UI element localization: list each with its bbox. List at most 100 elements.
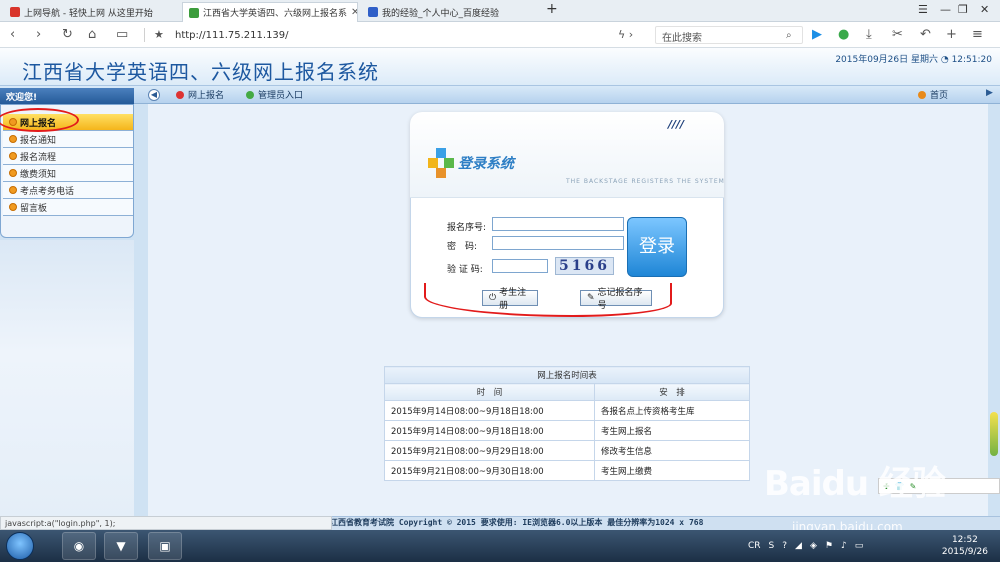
sidebar-item-payment[interactable]: 缴费须知 (3, 165, 133, 182)
page-scrollbar[interactable] (990, 412, 998, 456)
browser-app-icon[interactable]: ◉ (62, 532, 96, 560)
home-page-icon (918, 90, 926, 99)
cell-time: 2015年9月14日08:00~9月18日18:00 (384, 400, 595, 421)
sidebar-item-label: 缴费须知 (20, 169, 57, 180)
close-window-icon[interactable]: ✕ (980, 3, 989, 16)
column-header-time: 时 间 (384, 383, 595, 401)
scissors-icon[interactable]: ✂ (892, 27, 903, 43)
login-button[interactable]: 登录 (627, 217, 687, 277)
nav-home[interactable]: 首页 (918, 88, 948, 101)
password-input[interactable] (492, 236, 624, 250)
sidebar-item-contact[interactable]: 考点考务电话 (3, 182, 133, 199)
nav-online-signup[interactable]: 网上报名 (176, 88, 224, 101)
browser-favicon-icon (10, 7, 20, 17)
play-icon[interactable]: ▶ (812, 27, 822, 43)
baidu-watermark: Baidu 经验 (764, 464, 946, 504)
sidebar-item-notice[interactable]: 报名通知 (3, 131, 133, 148)
speed-mode-icon[interactable]: ϟ › (618, 27, 633, 43)
sidebar-item-label: 留言板 (20, 203, 48, 214)
captcha-image[interactable]: 5166 (555, 257, 614, 275)
security-app-icon[interactable]: ▼ (104, 532, 138, 560)
site-favicon-icon (189, 7, 199, 18)
tab-label: 上网导航 - 轻快上网 从这里开始 (24, 8, 153, 19)
network-icon[interactable]: ◢ (795, 541, 802, 551)
login-title: 登录系统 (458, 156, 514, 172)
schedule-table: 网上报名时间表 时 间 安 排 2015年9月14日08:00~9月18日18:… (384, 366, 750, 481)
clock-date: 2015/9/26 (941, 547, 988, 557)
search-icon[interactable]: ⌕ (786, 28, 792, 44)
site-title: 江西省大学英语四、六级网上报名系统 (22, 60, 379, 84)
menu-bullet-icon (9, 186, 17, 194)
header-datetime: 2015年09月26日 星期六 ◔ 12:51:20 (835, 55, 992, 65)
home-icon[interactable]: ⌂ (88, 27, 96, 43)
nav-label: 网上报名 (188, 91, 225, 101)
tab-label: 我的经验_个人中心_百度经验 (382, 8, 500, 19)
cell-arrangement: 考生网上缴费 (594, 460, 750, 481)
monitor-icon[interactable]: ▭ (855, 541, 864, 551)
photo-app-icon[interactable]: ▣ (148, 532, 182, 560)
reg-no-input[interactable] (492, 217, 624, 231)
expand-right-icon[interactable]: ▶ (986, 88, 993, 98)
cell-arrangement: 修改考生信息 (594, 440, 750, 461)
menu-bullet-icon (9, 169, 17, 177)
undo-icon[interactable]: ↶ (920, 27, 931, 43)
nav-label: 首页 (930, 91, 949, 101)
tab-baidu-experience[interactable]: 我的经验_个人中心_百度经验 (362, 2, 538, 22)
divider (144, 28, 145, 42)
forward-icon[interactable]: › (36, 27, 41, 43)
windows-start-icon[interactable] (6, 532, 34, 560)
close-tab-icon[interactable]: ✕ (351, 7, 357, 18)
baidu-favicon-icon (368, 7, 378, 17)
restore-icon[interactable]: ❐ (958, 3, 968, 16)
collapse-sidebar-icon[interactable]: ◀ (148, 89, 160, 101)
browser-search-input[interactable]: 在此搜索 (655, 26, 803, 44)
sidebar-item-process[interactable]: 报名流程 (3, 148, 133, 165)
login-badge: //// (668, 118, 685, 131)
sidebar-item-guestbook[interactable]: 留言板 (3, 199, 133, 216)
menu-icon[interactable]: ≡ (972, 27, 983, 43)
signup-icon (176, 90, 184, 99)
language-indicator[interactable]: CR (748, 541, 761, 551)
captcha-label: 验 证 码: (447, 265, 483, 275)
menu-bullet-icon (9, 203, 17, 211)
reader-icon[interactable]: ▭ (116, 27, 128, 43)
download-icon[interactable]: ⤓ (866, 27, 872, 43)
sidebar-item-label: 考点考务电话 (20, 186, 75, 197)
tab-navigation[interactable]: 上网导航 - 轻快上网 从这里开始 (4, 2, 180, 22)
cell-time: 2015年9月21日08:00~9月29日18:00 (384, 440, 595, 461)
favorite-star-icon[interactable]: ★ (154, 27, 164, 43)
menu-bullet-icon (9, 135, 17, 143)
tab-label: 江西省大学英语四、六级网上报名系 (203, 9, 348, 19)
sidebar-item-label: 报名通知 (20, 135, 57, 146)
menu-bullet-icon (9, 152, 17, 160)
address-bar (0, 22, 1000, 48)
captcha-input[interactable] (492, 259, 548, 273)
nav-label: 管理员入口 (258, 91, 304, 101)
annotation-circle (0, 108, 79, 132)
tab-list-icon[interactable]: ☰ (918, 3, 928, 16)
schedule-caption: 网上报名时间表 (384, 366, 750, 384)
flag-icon[interactable]: ⚑ (825, 541, 833, 551)
url-field[interactable]: http://111.75.211.139/ (175, 30, 289, 41)
blocks-logo-icon (428, 148, 454, 178)
password-label: 密 码: (447, 242, 478, 252)
cell-time: 2015年9月14日08:00~9月18日18:00 (384, 420, 595, 441)
shield-icon[interactable]: ◈ (810, 541, 817, 551)
cell-time: 2015年9月21日08:00~9月30日18:00 (384, 460, 595, 481)
reg-no-label: 报名序号: (447, 223, 487, 233)
tab-signup-system[interactable]: 江西省大学英语四、六级网上报名系 ✕ (182, 2, 358, 22)
taskbar-clock[interactable]: 12:52 2015/9/26 (942, 534, 988, 558)
back-icon[interactable]: ‹ (10, 27, 15, 43)
nav-admin-entry[interactable]: 管理员入口 (246, 88, 303, 101)
add-icon[interactable]: + (946, 27, 957, 43)
new-tab-button[interactable]: + (546, 1, 558, 17)
system-tray: CR S ? ◢ ◈ ⚑ ♪ ▭ (748, 541, 863, 551)
minimize-icon[interactable]: — (940, 3, 951, 16)
clock-time: 12:52 (951, 535, 978, 545)
chat-icon[interactable]: ● (838, 27, 849, 43)
column-header-arrangement: 安 排 (594, 383, 750, 401)
ime-icon[interactable]: S (769, 541, 775, 551)
reload-icon[interactable]: ↻ (62, 27, 73, 43)
volume-icon[interactable]: ♪ (841, 541, 847, 551)
help-icon[interactable]: ? (782, 541, 787, 551)
